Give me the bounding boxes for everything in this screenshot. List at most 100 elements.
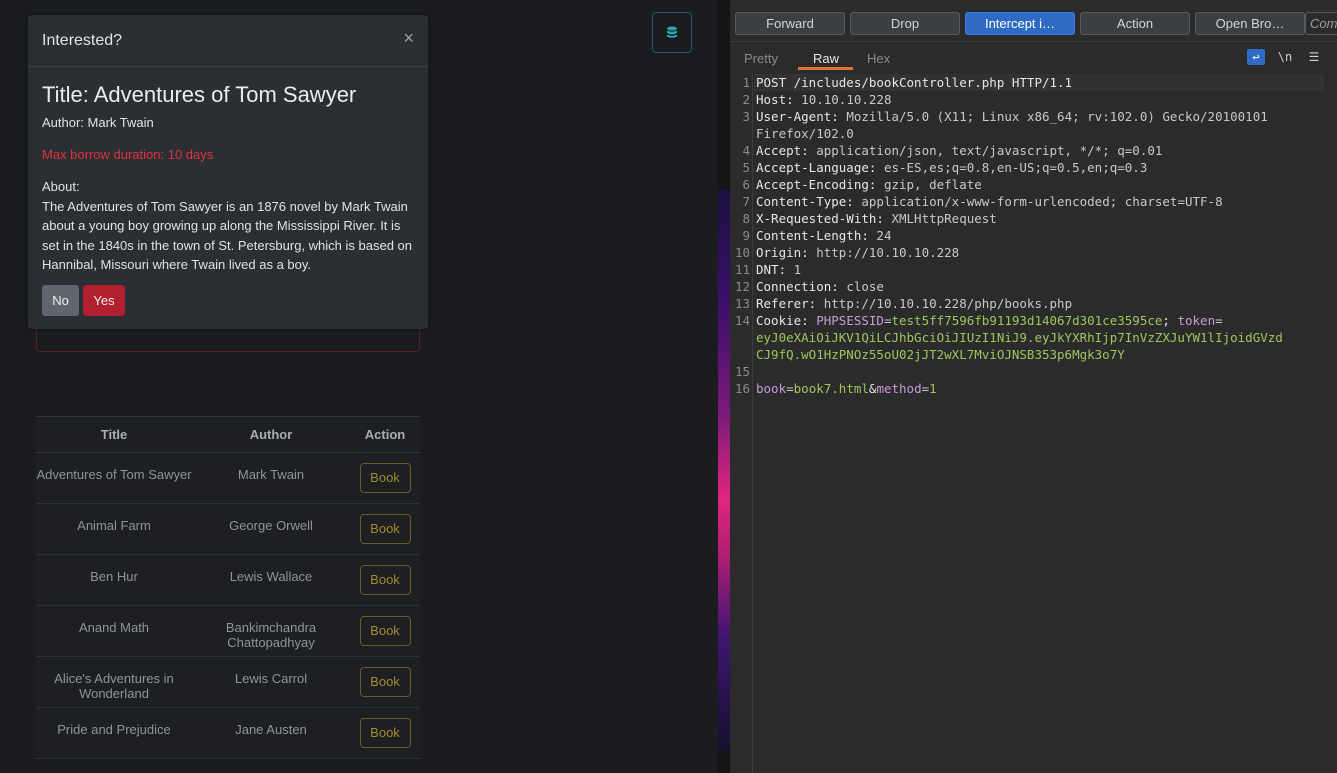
book-author-cell: George Orwell — [192, 503, 350, 555]
book-title-cell: Alice's Adventures in Wonderland — [36, 656, 192, 708]
line-number: 15 — [734, 364, 750, 379]
header-line: Accept-Encoding: gzip, deflate — [756, 177, 982, 192]
header-value: 24 — [868, 228, 892, 243]
header-value: Firefox/102.0 — [756, 126, 854, 141]
line-number: 10 — [734, 245, 750, 260]
book-action-cell: Book — [350, 554, 420, 606]
word-wrap-icon[interactable]: ↩ — [1247, 49, 1265, 65]
book-action-cell: Book — [350, 707, 420, 759]
book-title-cell: Ben Hur — [36, 554, 192, 606]
header-value: http://10.10.10.228/php/books.php — [816, 296, 1073, 311]
header-value: close — [838, 279, 884, 294]
cookie-name: token — [1177, 313, 1216, 328]
header-name: Accept-Encoding: — [756, 177, 877, 192]
line-number: 5 — [742, 160, 750, 175]
active-tab-indicator — [798, 67, 853, 70]
book-action-cell: Book — [350, 656, 420, 708]
header-value: application/json, text/javascript, */*; … — [808, 143, 1163, 158]
book-title-cell: Animal Farm — [36, 503, 192, 555]
line-number: 3 — [742, 109, 750, 124]
forward-button[interactable]: Forward — [735, 12, 845, 35]
table-row: Ben Hur Lewis Wallace Book — [36, 554, 420, 606]
book-action-cell: Book — [350, 452, 420, 504]
header-line: DNT: 1 — [756, 262, 801, 277]
line-number: 16 — [734, 381, 750, 396]
line-number: 6 — [742, 177, 750, 192]
close-icon[interactable]: × — [403, 29, 414, 47]
book-author-cell: Jane Austen — [192, 707, 350, 759]
book-action-cell: Book — [350, 605, 420, 657]
book-author-cell: Bankimchandra Chattopadhyay — [192, 605, 350, 657]
header-line: Connection: close — [756, 279, 884, 294]
book-button[interactable]: Book — [359, 718, 411, 748]
wallpaper-art — [718, 190, 730, 750]
intercept-toggle-button[interactable]: Intercept i… — [965, 12, 1075, 35]
line-number: 12 — [734, 279, 750, 294]
drop-button[interactable]: Drop — [850, 12, 960, 35]
book-author-cell: Mark Twain — [192, 452, 350, 504]
tab-raw[interactable]: Raw — [813, 51, 839, 66]
cookie-name: PHPSESSID — [816, 313, 884, 328]
header-name: Content-Type: — [756, 194, 854, 209]
line-number: 2 — [742, 92, 750, 107]
book-button[interactable]: Book — [359, 514, 411, 544]
yes-button[interactable]: Yes — [83, 285, 125, 316]
tab-hex[interactable]: Hex — [867, 51, 890, 66]
header-value: gzip, deflate — [876, 177, 982, 192]
cookie-value: test5ff7596fb91193d14067d301ce3595ce — [891, 313, 1163, 328]
books-table: Title Author Action Adventures of Tom Sa… — [36, 416, 420, 759]
table-row: Alice's Adventures in Wonderland Lewis C… — [36, 656, 420, 708]
header-name: Connection: — [756, 279, 839, 294]
column-header-action: Action — [350, 416, 420, 453]
header-value: 1 — [786, 262, 802, 277]
request-editor[interactable]: 1 2 3 4 5 6 7 8 9 10 11 12 13 14 15 16 P… — [730, 73, 1337, 773]
cookie-value: eyJ0eXAiOiJKV1QiLCJhbGciOiJIUzI1NiJ9.eyJ… — [756, 330, 1283, 345]
header-name: User-Agent: — [756, 109, 839, 124]
table-row: Anand Math Bankimchandra Chattopadhyay B… — [36, 605, 420, 657]
request-body-line: book=book7.html&method=1 — [756, 381, 937, 396]
header-value: es-ES,es;q=0.8,en-US;q=0.5,en;q=0.3 — [876, 160, 1148, 175]
book-button[interactable]: Book — [359, 616, 411, 646]
book-author-cell: Lewis Wallace — [192, 554, 350, 606]
intercept-toolbar: Forward Drop Intercept i… Action Open Br… — [730, 0, 1337, 42]
open-browser-button[interactable]: Open Bro… — [1195, 12, 1305, 35]
line-number: 11 — [734, 262, 750, 277]
header-name: Referer: — [756, 296, 817, 311]
header-value: application/x-www-form-urlencoded; chars… — [853, 194, 1223, 209]
book-title-cell: Adventures of Tom Sawyer — [36, 452, 192, 504]
modal-title: Interested? — [42, 32, 123, 49]
comment-field[interactable]: Com — [1305, 12, 1337, 35]
request-line-text: POST /includes/bookController.php HTTP/1… — [756, 75, 1073, 90]
header-line-continuation: Firefox/102.0 — [756, 126, 854, 141]
header-name: Accept: — [756, 143, 809, 158]
book-button[interactable]: Book — [359, 463, 411, 493]
book-button[interactable]: Book — [359, 565, 411, 595]
header-line: Referer: http://10.10.10.228/php/books.p… — [756, 296, 1072, 311]
table-row: Animal Farm George Orwell Book — [36, 503, 420, 555]
header-name: Host: — [756, 92, 794, 107]
table-row: Adventures of Tom Sawyer Mark Twain Book — [36, 452, 420, 504]
desktop-wallpaper-strip — [718, 0, 730, 773]
header-value: XMLHttpRequest — [883, 211, 997, 226]
column-header-title: Title — [36, 416, 192, 453]
no-button[interactable]: No — [42, 285, 79, 316]
show-newlines-icon[interactable]: \n — [1276, 49, 1294, 65]
book-button[interactable]: Book — [359, 667, 411, 697]
header-line: Accept-Language: es-ES,es;q=0.8,en-US;q=… — [756, 160, 1147, 175]
header-value: Mozilla/5.0 (X11; Linux x86_64; rv:102.0… — [838, 109, 1268, 124]
navbar-toggle-button[interactable] — [652, 12, 692, 53]
book-author-cell: Lewis Carrol — [192, 656, 350, 708]
table-header-row: Title Author Action — [36, 416, 420, 453]
action-button[interactable]: Action — [1080, 12, 1190, 35]
tab-pretty[interactable]: Pretty — [744, 51, 778, 66]
burp-proxy-panel: Forward Drop Intercept i… Action Open Br… — [730, 0, 1337, 773]
header-line: User-Agent: Mozilla/5.0 (X11; Linux x86_… — [756, 109, 1268, 124]
header-name: Accept-Language: — [756, 160, 877, 175]
database-icon — [667, 26, 677, 38]
cookie-header-line: Cookie: PHPSESSID=test5ff7596fb91193d140… — [756, 313, 1223, 328]
line-number: 14 — [734, 313, 750, 328]
about-text: The Adventures of Tom Sawyer is an 1876 … — [42, 199, 412, 272]
header-value: http://10.10.10.228 — [808, 245, 960, 260]
book-title-cell: Pride and Prejudice — [36, 707, 192, 759]
menu-icon[interactable]: ☰ — [1305, 49, 1323, 65]
